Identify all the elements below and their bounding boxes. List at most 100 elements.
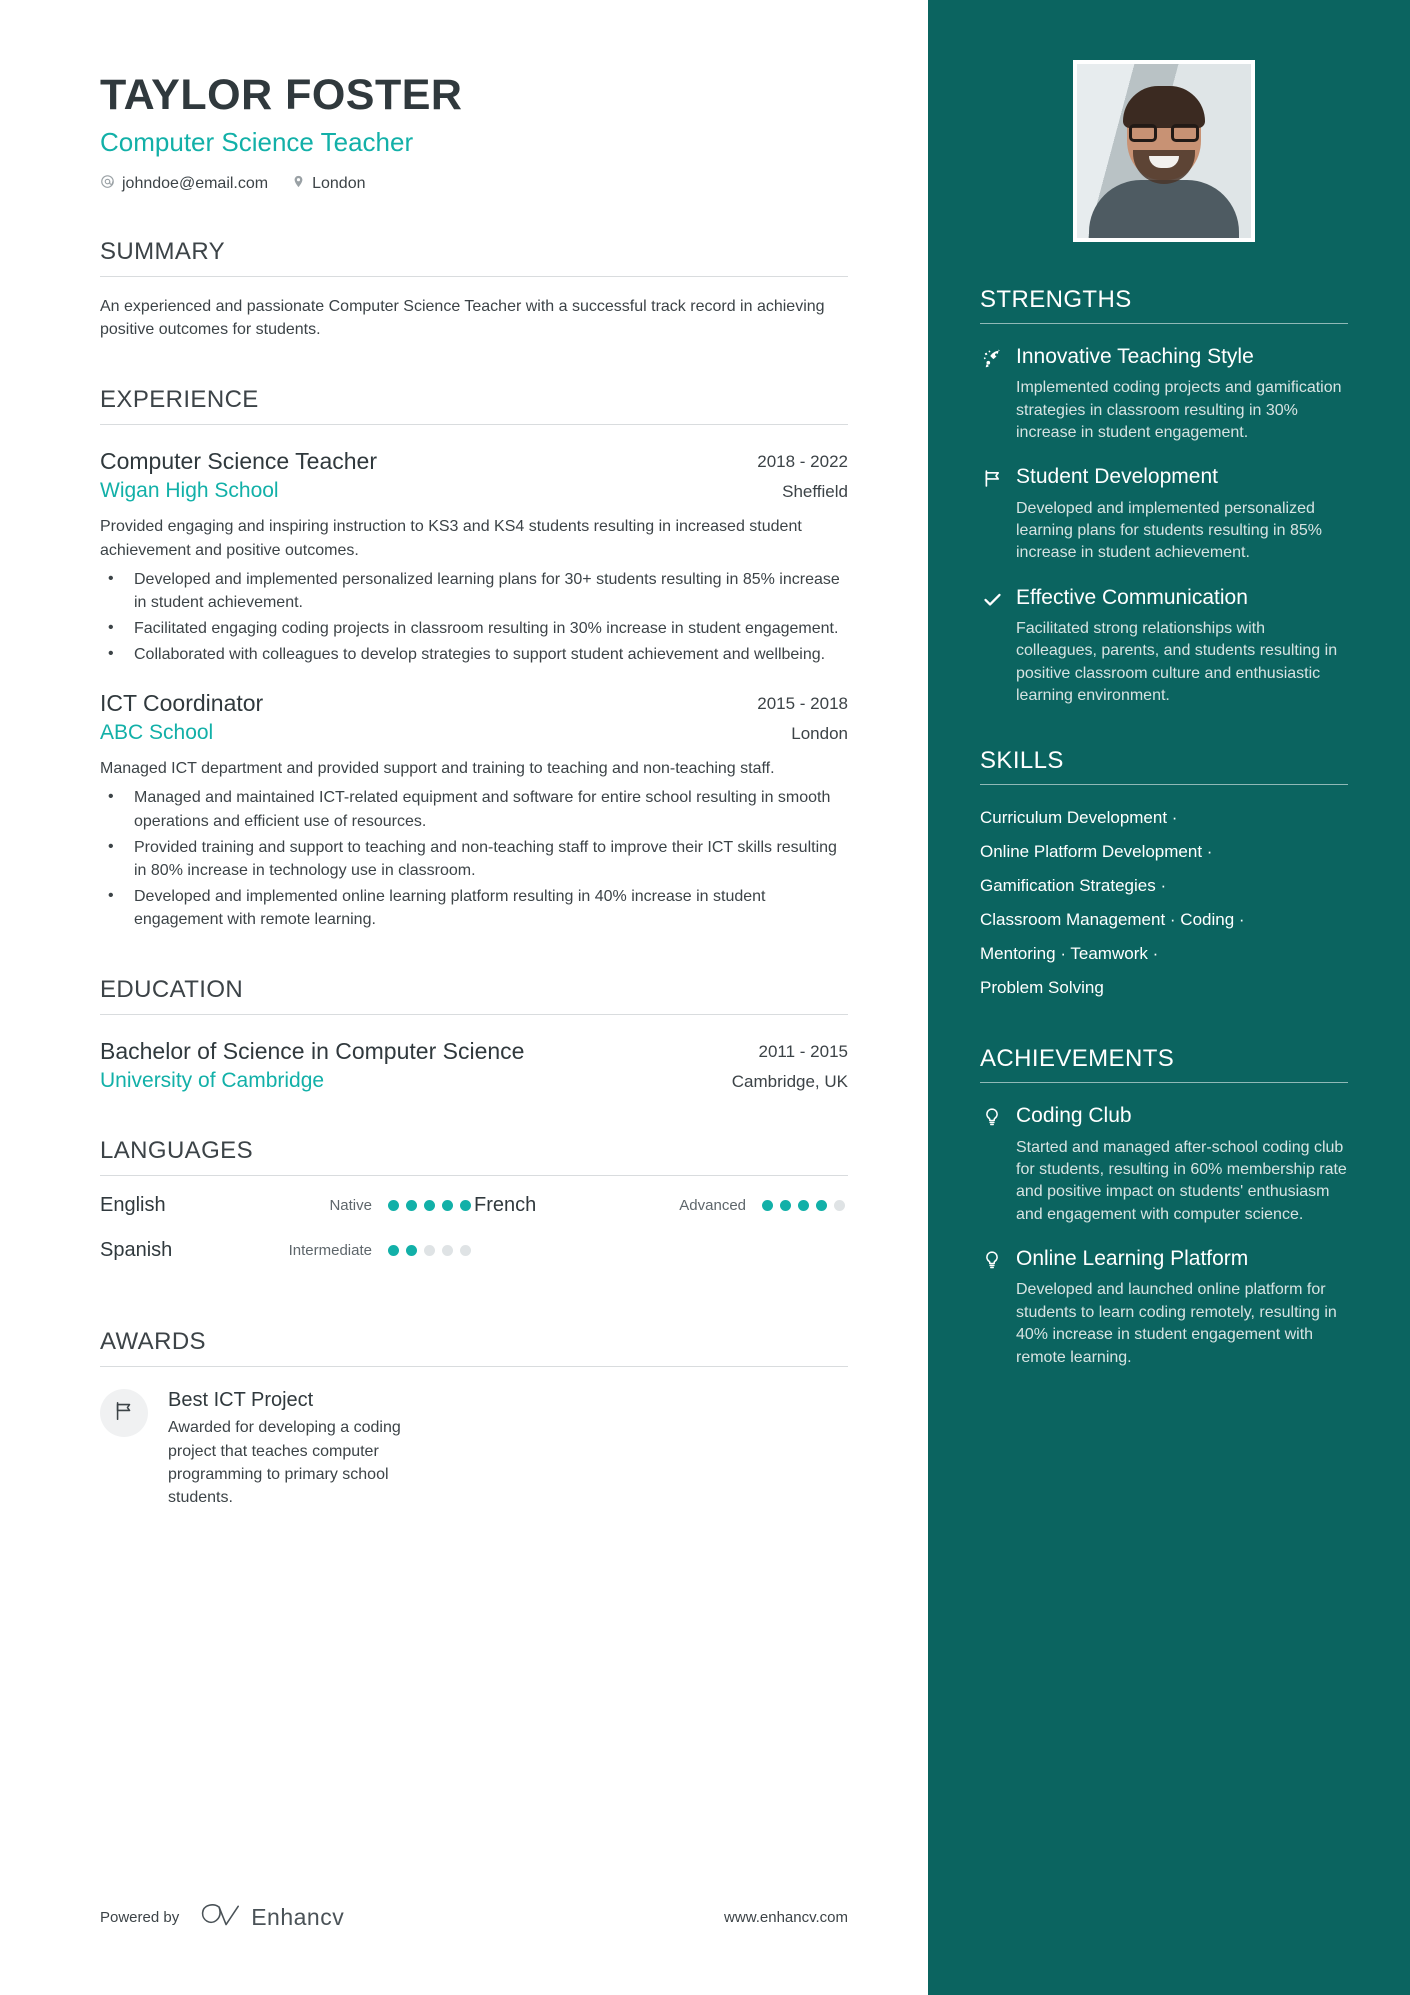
lightbulb-icon	[980, 1103, 1004, 1127]
divider	[100, 1013, 848, 1015]
language-level: Advanced	[679, 1197, 746, 1215]
language-rating	[388, 1200, 474, 1212]
list-item: Facilitated engaging coding projects in …	[100, 616, 848, 640]
flag-icon	[113, 1400, 135, 1427]
experience-location: London	[791, 724, 848, 744]
map-pin-icon	[292, 174, 305, 194]
strength-text-block: Effective Communication Facilitated stro…	[1016, 585, 1348, 708]
language-rating	[388, 1245, 474, 1257]
contact-row: johndoe@email.com London	[100, 174, 848, 194]
avatar-glasses	[1129, 124, 1199, 142]
strength-name: Innovative Teaching Style	[1016, 345, 1254, 368]
language-grid: English Native French Advanced Spanish I…	[100, 1194, 848, 1284]
strength-name: Effective Communication	[1016, 585, 1248, 609]
rating-dot	[460, 1200, 471, 1212]
skill-line: Online Platform Development ·	[980, 842, 1213, 862]
strength-description: Implemented coding projects and gamifica…	[1016, 379, 1342, 441]
rocket-icon	[980, 344, 1004, 369]
achievement-text-block: Online Learning Platform Developed and l…	[1016, 1246, 1348, 1369]
skill-line: Mentoring · Teamwork ·	[980, 944, 1159, 964]
achievement-item: Online Learning Platform Developed and l…	[980, 1246, 1348, 1369]
list-item: Managed and maintained ICT-related equip…	[100, 785, 848, 832]
contact-email[interactable]: johndoe@email.com	[100, 174, 268, 194]
strength-text-block: Student Development Developed and implem…	[1016, 464, 1348, 564]
section-summary: SUMMARY An experienced and passionate Co…	[100, 238, 848, 341]
language-name: Spanish	[100, 1239, 173, 1262]
lightbulb-icon	[980, 1246, 1004, 1270]
rating-dot	[442, 1245, 453, 1257]
section-skills-title: SKILLS	[980, 747, 1064, 775]
experience-bullet-list: Managed and maintained ICT-related equip…	[100, 785, 848, 931]
section-awards: AWARDS Best ICT Project Awarded for deve…	[100, 1328, 848, 1509]
language-rating	[762, 1200, 848, 1212]
rating-dot	[798, 1200, 809, 1212]
enhancv-brand-name: Enhancv	[251, 1904, 345, 1930]
section-strengths: STRENGTHS Innovative Teaching Style Impl…	[980, 286, 1348, 707]
rating-dot	[460, 1245, 471, 1257]
section-summary-title: SUMMARY	[100, 238, 226, 266]
rating-dot	[762, 1200, 773, 1212]
experience-role: Computer Science Teacher	[100, 447, 377, 474]
resume-page: TAYLOR FOSTER Computer Science Teacher j…	[0, 0, 1410, 1995]
experience-bullet-list: Developed and implemented personalized l…	[100, 567, 848, 667]
rating-dot	[780, 1200, 791, 1212]
contact-location-text: London	[312, 175, 366, 193]
avatar-body	[1089, 180, 1239, 238]
powered-by-label: Powered by	[100, 1909, 180, 1926]
award-badge	[100, 1389, 148, 1438]
education-location: Cambridge, UK	[731, 1072, 848, 1092]
at-icon	[100, 174, 115, 194]
section-languages: LANGUAGES English Native French Advanced…	[100, 1137, 848, 1284]
language-level: Intermediate	[288, 1242, 372, 1260]
strength-description: Developed and implemented personalized l…	[1016, 499, 1322, 562]
footer-website[interactable]: www.enhancv.com	[724, 1909, 848, 1926]
experience-description: Managed ICT department and provided supp…	[100, 760, 775, 778]
award-description: Awarded for developing a coding project …	[168, 1419, 401, 1506]
list-item: Developed and implemented online learnin…	[100, 884, 848, 931]
flag-icon	[980, 464, 1004, 489]
strength-item: Student Development Developed and implem…	[980, 464, 1348, 564]
language-level: Native	[329, 1197, 372, 1215]
experience-dates: 2018 - 2022	[757, 451, 848, 471]
achievement-name: Online Learning Platform	[1016, 1247, 1249, 1271]
powered-by-block: Powered by Enhancv	[100, 1902, 344, 1933]
language-name: English	[100, 1194, 166, 1217]
divider	[100, 423, 848, 425]
language-item: French Advanced	[474, 1194, 848, 1217]
divider	[980, 1082, 1348, 1084]
strength-item: Effective Communication Facilitated stro…	[980, 585, 1348, 708]
section-education: EDUCATION Bachelor of Science in Compute…	[100, 976, 848, 1094]
education-dates: 2011 - 2015	[758, 1041, 848, 1061]
strength-text-block: Innovative Teaching Style Implemented co…	[1016, 344, 1348, 444]
footer: Powered by Enhancv www.enhancv.com	[100, 1902, 848, 1933]
candidate-name: TAYLOR FOSTER	[100, 71, 463, 119]
rating-dot	[834, 1200, 845, 1212]
divider	[980, 784, 1348, 786]
rating-dot	[442, 1200, 453, 1212]
divider	[100, 276, 848, 278]
education-degree: Bachelor of Science in Computer Science	[100, 1037, 525, 1064]
experience-entry: Computer Science Teacher 2018 - 2022 Wig…	[100, 447, 848, 667]
list-item: Collaborated with colleagues to develop …	[100, 642, 848, 666]
section-languages-title: LANGUAGES	[100, 1137, 253, 1165]
avatar	[1073, 60, 1255, 242]
skill-line: Classroom Management · Coding ·	[980, 910, 1245, 930]
divider	[100, 1175, 848, 1177]
experience-location: Sheffield	[782, 482, 848, 502]
experience-role: ICT Coordinator	[100, 689, 264, 716]
main-column: TAYLOR FOSTER Computer Science Teacher j…	[0, 0, 928, 1995]
skills-list: Curriculum Development · Online Platform…	[980, 801, 1348, 1005]
skill-line: Curriculum Development ·	[980, 808, 1178, 828]
section-experience: EXPERIENCE Computer Science Teacher 2018…	[100, 386, 848, 932]
strength-item: Innovative Teaching Style Implemented co…	[980, 344, 1348, 444]
rating-dot	[406, 1245, 417, 1257]
divider	[100, 1366, 848, 1368]
experience-organization: ABC School	[100, 721, 214, 745]
achievement-text-block: Coding Club Started and managed after-sc…	[1016, 1103, 1348, 1226]
award-item: Best ICT Project Awarded for developing …	[100, 1389, 848, 1509]
enhancv-brand[interactable]: Enhancv	[199, 1902, 344, 1933]
rating-dot	[424, 1245, 435, 1257]
section-education-title: EDUCATION	[100, 975, 244, 1003]
experience-dates: 2015 - 2018	[757, 693, 848, 713]
contact-location: London	[292, 174, 365, 194]
